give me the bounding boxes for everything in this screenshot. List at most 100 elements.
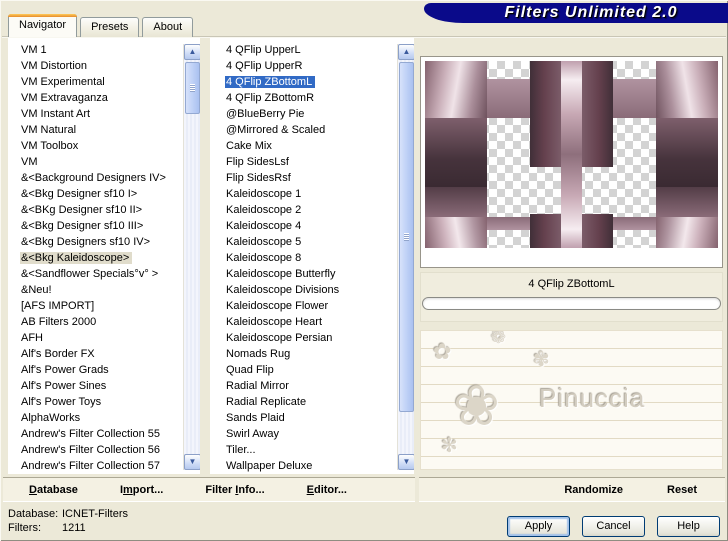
- filter-list-item[interactable]: Kaleidoscope Persian: [210, 330, 414, 346]
- tab-presets[interactable]: Presets: [80, 17, 140, 37]
- filter-list: 4 QFlip UpperL 4 QFlip UpperR 4 QFlip ZB…: [210, 38, 414, 474]
- watermark-signature: Pinuccia: [539, 383, 646, 413]
- scroll-down-icon[interactable]: ▼: [398, 454, 414, 470]
- filter-info-button[interactable]: Filter Info...: [205, 484, 264, 496]
- flower-icon: ❀: [453, 374, 500, 437]
- right-toolbar: Randomize Reset: [419, 477, 725, 502]
- filter-list-item[interactable]: Kaleidoscope Butterfly: [210, 266, 414, 282]
- filter-preview-image: [425, 61, 718, 248]
- category-list-item[interactable]: &<Bkg Designers sf10 IV>: [8, 234, 200, 250]
- category-list-item[interactable]: AFH: [8, 330, 200, 346]
- category-list-item[interactable]: Andrew's Filter Collection 57: [8, 458, 200, 474]
- category-list-item[interactable]: &Neu!: [8, 282, 200, 298]
- tab-strip: Navigator Presets About: [8, 14, 196, 37]
- filter-list-item[interactable]: Tiler...: [210, 442, 414, 458]
- filter-listbox[interactable]: 4 QFlip UpperL 4 QFlip UpperR 4 QFlip ZB…: [210, 38, 414, 474]
- app-title: Filters Unlimited 2.0: [504, 4, 678, 21]
- filter-list-item[interactable]: Swirl Away: [210, 426, 414, 442]
- filter-list-item[interactable]: Kaleidoscope Heart: [210, 314, 414, 330]
- filter-list-item[interactable]: Cake Mix: [210, 138, 414, 154]
- filter-list-item[interactable]: 4 QFlip UpperL: [210, 42, 414, 58]
- category-list-item[interactable]: VM: [8, 154, 200, 170]
- filter-list-item[interactable]: Kaleidoscope 4: [210, 218, 414, 234]
- filter-list-item[interactable]: Quad Flip: [210, 362, 414, 378]
- filter-list-item[interactable]: Kaleidoscope 1: [210, 186, 414, 202]
- filter-list-item[interactable]: Sands Plaid: [210, 410, 414, 426]
- filter-scrollbar[interactable]: ▲ ▼: [397, 44, 414, 470]
- category-list-item[interactable]: VM Extravaganza: [8, 90, 200, 106]
- flower-icon: ✾: [533, 349, 550, 371]
- preview-caption-strip: 4 QFlip ZBottomL: [420, 272, 723, 322]
- category-list-item[interactable]: VM 1: [8, 42, 200, 58]
- category-list-item[interactable]: Alf's Power Grads: [8, 362, 200, 378]
- filters-count-label: Filters:: [8, 522, 41, 534]
- help-button[interactable]: Help: [657, 516, 720, 537]
- category-scrollbar-thumb[interactable]: [185, 62, 200, 114]
- tab-navigator[interactable]: Navigator: [8, 14, 78, 37]
- category-list-item[interactable]: AlphaWorks: [8, 410, 200, 426]
- cancel-button[interactable]: Cancel: [582, 516, 645, 537]
- scroll-up-icon[interactable]: ▲: [398, 44, 414, 60]
- database-button[interactable]: Database: [29, 484, 78, 496]
- flower-icon: ✻: [441, 435, 458, 457]
- filter-list-item[interactable]: 4 QFlip UpperR: [210, 58, 414, 74]
- filter-list-item[interactable]: Kaleidoscope 8: [210, 250, 414, 266]
- category-list-item[interactable]: &<BKg Designer sf10 II>: [8, 202, 200, 218]
- filter-list-item[interactable]: Wallpaper Deluxe: [210, 458, 414, 474]
- filter-list-item[interactable]: @Mirrored & Scaled: [210, 122, 414, 138]
- editor-button[interactable]: Editor...: [307, 484, 347, 496]
- category-list-item[interactable]: &<Background Designers IV>: [8, 170, 200, 186]
- filter-list-item[interactable]: Kaleidoscope Flower: [210, 298, 414, 314]
- category-list-item[interactable]: Andrew's Filter Collection 55: [8, 426, 200, 442]
- category-list-item[interactable]: VM Toolbox: [8, 138, 200, 154]
- filter-list-item[interactable]: Flip SidesLsf: [210, 154, 414, 170]
- filter-list-item[interactable]: Flip SidesRsf: [210, 170, 414, 186]
- filter-list-item[interactable]: @BlueBerry Pie: [210, 106, 414, 122]
- category-list-item[interactable]: Alf's Border FX: [8, 346, 200, 362]
- filter-scrollbar-thumb[interactable]: [399, 62, 414, 412]
- category-list-item[interactable]: &<Bkg Designer sf10 I>: [8, 186, 200, 202]
- reset-button[interactable]: Reset: [667, 484, 697, 496]
- category-list-item[interactable]: Alf's Power Toys: [8, 394, 200, 410]
- filters-count-value: 1211: [62, 522, 86, 534]
- category-list-item[interactable]: VM Instant Art: [8, 106, 200, 122]
- category-list-item[interactable]: &<Bkg Kaleidoscope>: [8, 250, 200, 266]
- category-list-item[interactable]: &<Bkg Designer sf10 III>: [8, 218, 200, 234]
- category-list: VM 1 VM Distortion VM Experimental VM Ex…: [8, 38, 200, 474]
- filter-list-item[interactable]: Radial Mirror: [210, 378, 414, 394]
- randomize-button[interactable]: Randomize: [564, 484, 623, 496]
- category-list-item[interactable]: VM Natural: [8, 122, 200, 138]
- import-button[interactable]: Import...: [120, 484, 163, 496]
- watermark-panel: ❀ ✿ ❁ ✾ ✻ Pinuccia: [420, 330, 723, 470]
- filter-list-item[interactable]: Kaleidoscope 2: [210, 202, 414, 218]
- flower-icon: ✿: [433, 339, 452, 364]
- category-list-item[interactable]: [AFS IMPORT]: [8, 298, 200, 314]
- tab-about[interactable]: About: [142, 17, 194, 37]
- category-list-item[interactable]: Andrew's Filter Collection 56: [8, 442, 200, 458]
- database-status-value: ICNET-Filters: [62, 508, 128, 520]
- filter-list-item[interactable]: 4 QFlip ZBottomR: [210, 90, 414, 106]
- apply-button[interactable]: Apply: [507, 516, 570, 537]
- database-status-label: Database:: [8, 508, 59, 520]
- category-list-item[interactable]: VM Experimental: [8, 74, 200, 90]
- filters-unlimited-dialog: Filters Unlimited 2.0 Navigator Presets …: [0, 0, 728, 541]
- progress-bar: [422, 297, 721, 310]
- category-list-item[interactable]: Alf's Power Sines: [8, 378, 200, 394]
- category-list-item[interactable]: VM Distortion: [8, 58, 200, 74]
- filter-list-item[interactable]: 4 QFlip ZBottomL: [210, 74, 414, 90]
- category-scrollbar[interactable]: ▲ ▼: [183, 44, 200, 470]
- filter-list-item[interactable]: Kaleidoscope Divisions: [210, 282, 414, 298]
- filter-list-item[interactable]: Nomads Rug: [210, 346, 414, 362]
- category-list-item[interactable]: AB Filters 2000: [8, 314, 200, 330]
- scroll-up-icon[interactable]: ▲: [184, 44, 200, 60]
- flower-icon: ❁: [491, 330, 507, 347]
- scroll-down-icon[interactable]: ▼: [184, 454, 200, 470]
- selected-filter-caption: 4 QFlip ZBottomL: [528, 278, 615, 290]
- title-banner: Filters Unlimited 2.0: [424, 3, 728, 23]
- category-list-item[interactable]: &<Sandflower Specials°v° >: [8, 266, 200, 282]
- left-toolbar: Database Import... Filter Info... Editor…: [3, 477, 415, 502]
- filter-list-item[interactable]: Kaleidoscope 5: [210, 234, 414, 250]
- category-listbox[interactable]: VM 1 VM Distortion VM Experimental VM Ex…: [8, 38, 200, 474]
- filter-list-item[interactable]: Radial Replicate: [210, 394, 414, 410]
- filter-preview-card: [420, 56, 723, 268]
